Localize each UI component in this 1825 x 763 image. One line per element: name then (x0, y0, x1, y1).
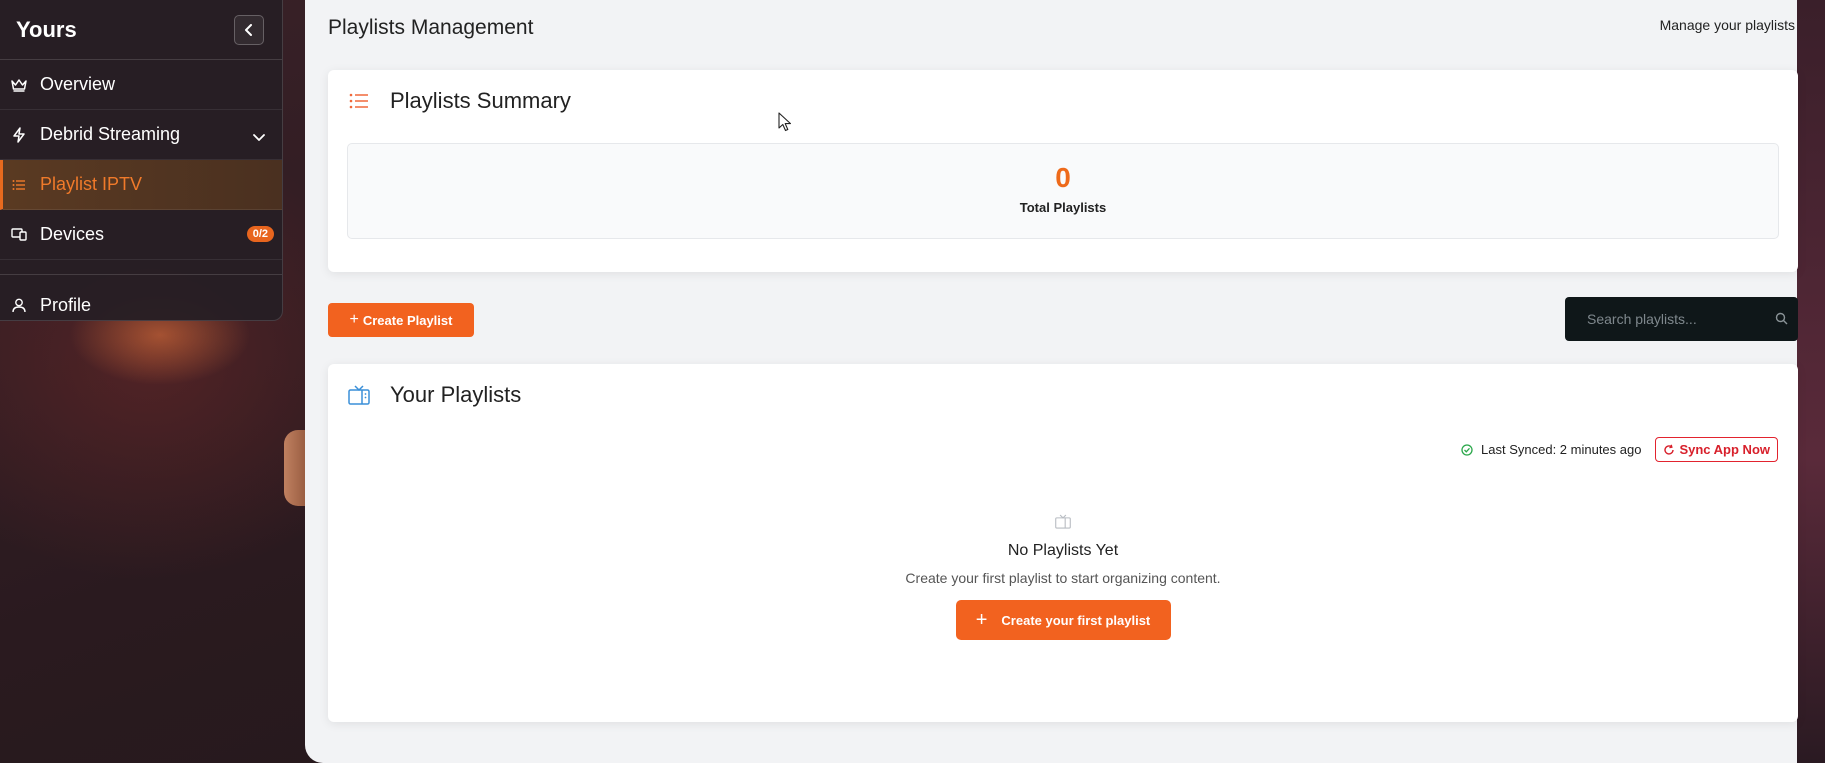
search-box[interactable] (1565, 297, 1798, 341)
create-first-playlist-button[interactable]: + Create your first playlist (955, 600, 1171, 640)
page-subtitle: Manage your playlists (1659, 17, 1795, 33)
sidebar-item-devices[interactable]: Devices 0/2 (0, 210, 282, 260)
sync-status-row: Last Synced: 2 minutes ago Sync App Now (1461, 437, 1778, 462)
tv-icon (1055, 514, 1071, 529)
playlists-summary-card: Playlists Summary 0 Total Playlists (328, 70, 1798, 272)
sidebar-item-label: Devices (40, 224, 105, 244)
page-title: Playlists Management (328, 16, 534, 39)
check-circle-icon (1461, 443, 1473, 456)
list-icon (348, 90, 370, 112)
sidebar-item-debrid-streaming[interactable]: Debrid Streaming (0, 110, 282, 160)
create-playlist-label: Create Playlist (362, 312, 453, 328)
sync-app-now-label: Sync App Now (1679, 442, 1770, 457)
user-icon (10, 296, 28, 314)
devices-icon (10, 226, 28, 244)
chevron-left-icon (245, 23, 252, 36)
total-playlists-stat: 0 Total Playlists (347, 143, 1779, 239)
crown-icon (10, 76, 28, 94)
empty-state-title: No Playlists Yet (1007, 542, 1119, 559)
search-input[interactable] (1565, 310, 1769, 328)
create-playlist-button[interactable]: + Create Playlist (328, 303, 474, 337)
last-synced-text: Last Synced: 2 minutes ago (1481, 442, 1642, 457)
sidebar-item-label: Debrid Streaming (40, 124, 181, 144)
playlists-title: Your Playlists (390, 382, 522, 407)
playlists-card-header: Your Playlists (348, 382, 521, 408)
your-playlists-card: Your Playlists Last Synced: 2 minutes ag… (328, 364, 1798, 722)
sidebar-item-overview[interactable]: Overview (0, 60, 282, 110)
empty-state: No Playlists Yet Create your first playl… (328, 514, 1798, 640)
background-edge (1797, 0, 1825, 763)
list-icon (10, 176, 28, 194)
sidebar-divider (0, 260, 282, 275)
sidebar-item-profile[interactable]: Profile (0, 275, 282, 335)
tv-icon (348, 384, 370, 406)
search-icon (1775, 312, 1788, 330)
sidebar-header: Yours (0, 0, 282, 60)
sidebar: Yours Overview Debrid Streaming Playlist… (0, 0, 283, 321)
sidebar-item-label: Profile (40, 294, 92, 315)
devices-count-badge: 0/2 (246, 226, 274, 242)
plus-icon: + (349, 311, 359, 328)
sidebar-item-playlist-iptv[interactable]: Playlist IPTV (0, 160, 282, 210)
bolt-icon (10, 126, 28, 144)
brand-title: Yours (16, 16, 77, 42)
summary-card-header: Playlists Summary (348, 88, 571, 114)
total-playlists-label: Total Playlists (1019, 200, 1107, 215)
total-playlists-value: 0 (1055, 162, 1071, 193)
sync-app-now-button[interactable]: Sync App Now (1655, 437, 1778, 462)
sidebar-item-label: Overview (40, 74, 116, 94)
create-first-playlist-label: Create your first playlist (1001, 612, 1151, 628)
mouse-cursor-icon (778, 112, 792, 132)
sidebar-item-label: Playlist IPTV (40, 174, 143, 194)
empty-state-description: Create your first playlist to start orga… (905, 570, 1221, 586)
plus-icon: + (975, 608, 988, 631)
collapse-sidebar-button[interactable] (234, 14, 264, 45)
summary-title: Playlists Summary (390, 88, 571, 113)
main-panel: Playlists Management Manage your playlis… (305, 0, 1798, 763)
chevron-down-icon (252, 127, 266, 148)
refresh-icon (1663, 444, 1675, 456)
